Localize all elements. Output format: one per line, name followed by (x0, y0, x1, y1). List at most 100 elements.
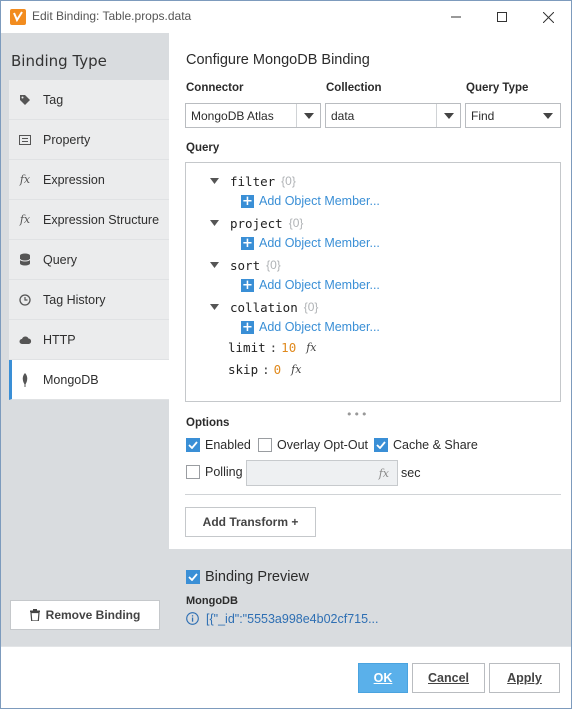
ok-label: OK (373, 671, 393, 685)
query-key: skip (228, 361, 259, 377)
query-node-project[interactable]: project {0} (210, 213, 303, 233)
skip-value[interactable]: 0 (274, 362, 282, 377)
plus-icon: + (241, 277, 254, 293)
binding-type-expression-structure[interactable]: fx Expression Structure (9, 200, 169, 240)
query-node-filter[interactable]: filter {0} (210, 171, 296, 191)
query-key: limit (228, 339, 266, 355)
maximize-button[interactable] (479, 1, 525, 33)
title-bar: Edit Binding: Table.props.data (1, 1, 571, 33)
polling-checkbox[interactable] (186, 465, 200, 479)
enabled-label: Enabled (205, 438, 251, 452)
query-node-collation[interactable]: collation {0} (210, 297, 318, 317)
collection-label: Collection (326, 82, 382, 94)
info-icon[interactable] (186, 612, 200, 626)
overlay-opt-out-option[interactable]: Overlay Opt-Out (258, 438, 368, 452)
ok-button[interactable]: OK (358, 663, 408, 693)
window-title: Edit Binding: Table.props.data (32, 9, 192, 23)
ignition-logo-icon (10, 9, 26, 25)
chevron-down-icon[interactable] (536, 104, 560, 127)
query-count: {0} (303, 300, 319, 314)
divider (185, 494, 561, 495)
query-type-dropdown[interactable]: Find (465, 103, 561, 128)
remove-binding-button[interactable]: Remove Binding (10, 600, 160, 630)
query-editor[interactable]: filter {0} + Add Object Member... projec… (185, 162, 561, 402)
add-member-link[interactable]: Add Object Member... (259, 236, 380, 250)
binding-preview-toggle[interactable]: Binding Preview (186, 569, 309, 585)
binding-type-label: Query (43, 252, 78, 267)
check-icon (188, 573, 198, 581)
binding-type-list: Tag Property fx Expression fx Expression… (9, 80, 169, 400)
binding-type-heading: Binding Type (11, 52, 107, 70)
database-icon (17, 252, 33, 268)
plus-icon: + (241, 193, 254, 209)
binding-preview-panel: Binding Preview MongoDB [{"_id":"5553a99… (169, 549, 571, 646)
fx-icon[interactable]: fx (291, 363, 301, 376)
plus-icon: + (241, 319, 254, 335)
query-count: {0} (266, 258, 281, 272)
binding-type-mongodb[interactable]: MongoDB (9, 360, 169, 400)
add-member-link[interactable]: Add Object Member... (259, 278, 380, 292)
cache-share-checkbox[interactable] (374, 438, 388, 452)
query-count: {0} (281, 174, 296, 188)
binding-type-property[interactable]: Property (9, 120, 169, 160)
binding-type-http[interactable]: HTTP (9, 320, 169, 360)
remove-binding-label: Remove Binding (45, 608, 141, 622)
configure-panel: Configure MongoDB Binding Connector Coll… (169, 33, 571, 549)
binding-type-expression[interactable]: fx Expression (9, 160, 169, 200)
polling-option[interactable]: Polling (186, 465, 243, 479)
add-object-member-project[interactable]: + Add Object Member... (241, 233, 380, 253)
polling-rate-input[interactable]: fx (246, 460, 398, 486)
caret-down-icon[interactable] (210, 262, 220, 268)
caret-down-icon[interactable] (210, 178, 220, 184)
connector-dropdown[interactable]: MongoDB Atlas (185, 103, 321, 128)
apply-button[interactable]: Apply (489, 663, 560, 693)
enabled-checkbox[interactable] (186, 438, 200, 452)
cancel-button[interactable]: Cancel (412, 663, 485, 693)
cache-share-label: Cache & Share (393, 438, 478, 452)
resize-handle[interactable]: ••• (346, 408, 368, 421)
connector-value: MongoDB Atlas (191, 108, 274, 123)
add-member-link[interactable]: Add Object Member... (259, 320, 380, 334)
binding-type-tag[interactable]: Tag (9, 80, 169, 120)
fx-icon: fx (19, 213, 31, 226)
fx-icon[interactable]: fx (379, 467, 389, 480)
query-node-sort[interactable]: sort {0} (210, 255, 281, 275)
cache-share-option[interactable]: Cache & Share (374, 438, 478, 452)
preview-source-label: MongoDB (186, 595, 238, 607)
query-key: collation (230, 299, 298, 315)
binding-type-label: MongoDB (43, 372, 99, 387)
binding-preview-title: Binding Preview (205, 569, 309, 585)
polling-label: Polling (205, 465, 243, 479)
enabled-option[interactable]: Enabled (186, 438, 251, 452)
overlay-opt-out-checkbox[interactable] (258, 438, 272, 452)
add-object-member-collation[interactable]: + Add Object Member... (241, 317, 380, 337)
caret-down-icon[interactable] (210, 304, 220, 310)
sec-label: sec (401, 466, 421, 480)
collection-dropdown[interactable]: data (325, 103, 461, 128)
add-transform-button[interactable]: Add Transform + (185, 507, 316, 537)
query-count: {0} (288, 216, 304, 230)
minimize-button[interactable] (433, 1, 479, 33)
chevron-down-icon[interactable] (436, 104, 460, 127)
query-label: Query (186, 142, 220, 154)
binding-type-query[interactable]: Query (9, 240, 169, 280)
add-object-member-sort[interactable]: + Add Object Member... (241, 275, 380, 295)
collection-value: data (331, 108, 355, 123)
fx-icon[interactable]: fx (306, 341, 316, 354)
binding-preview-checkbox[interactable] (186, 570, 200, 584)
query-type-value: Find (471, 108, 495, 123)
limit-value[interactable]: 10 (281, 340, 296, 355)
preview-value-text: [{"_id":"5553a998e4b02cf715... (206, 612, 379, 626)
caret-down-icon[interactable] (210, 220, 220, 226)
preview-value[interactable]: [{"_id":"5553a998e4b02cf715... (186, 612, 379, 626)
mongodb-leaf-icon (17, 372, 33, 388)
close-button[interactable] (525, 1, 571, 33)
query-node-limit[interactable]: limit : 10 fx (228, 337, 317, 357)
query-key: sort (230, 257, 261, 273)
query-node-skip[interactable]: skip : 0 fx (228, 359, 301, 379)
add-object-member-filter[interactable]: + Add Object Member... (241, 191, 380, 211)
add-member-link[interactable]: Add Object Member... (259, 194, 380, 208)
binding-type-tag-history[interactable]: Tag History (9, 280, 169, 320)
chevron-down-icon[interactable] (296, 104, 320, 127)
close-icon (542, 11, 554, 23)
